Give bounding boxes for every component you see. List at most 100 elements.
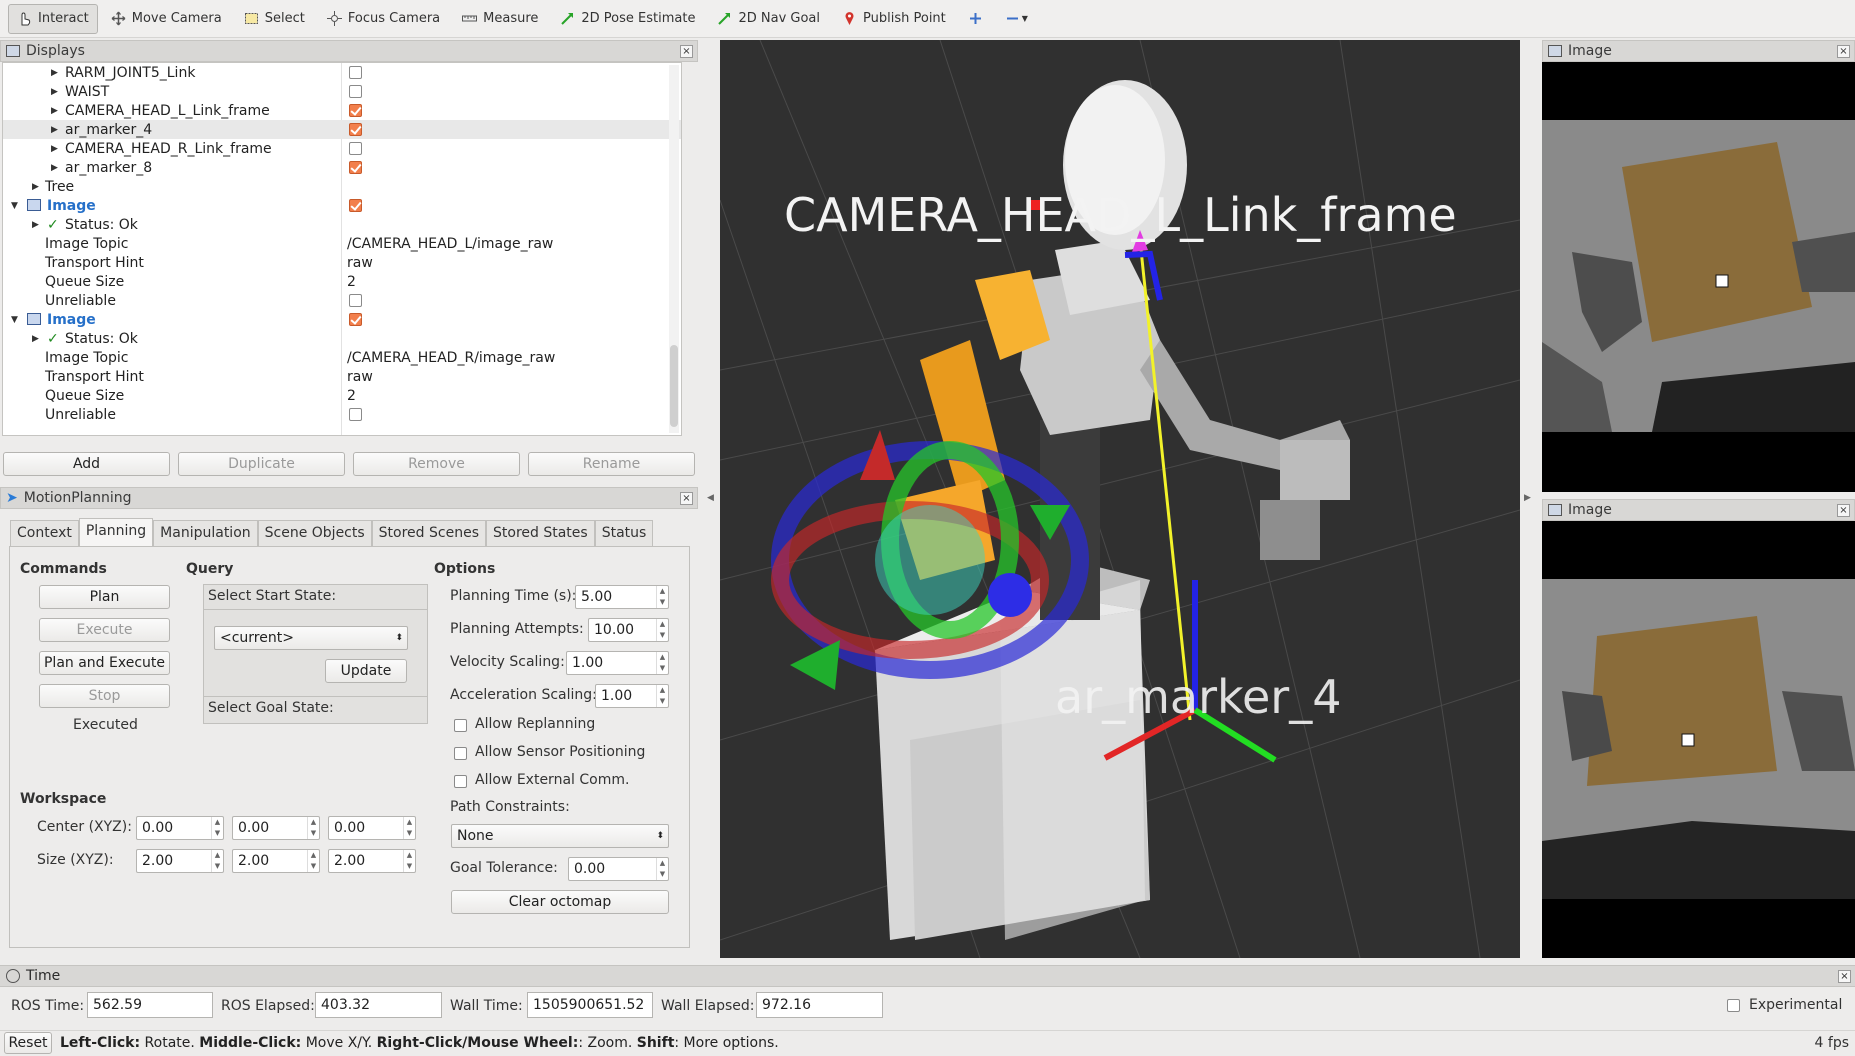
tab-scene-objects[interactable]: Scene Objects <box>257 520 372 546</box>
property-value[interactable]: 2 <box>347 388 356 404</box>
allow-sensor-positioning-checkbox[interactable] <box>454 747 467 760</box>
unreliable-checkbox[interactable] <box>349 408 362 421</box>
expand-arrow-icon[interactable]: ▶ <box>32 182 39 192</box>
tab-context[interactable]: Context <box>10 520 79 546</box>
size-x-input[interactable]: 2.00 ▲ ▼ <box>136 849 224 873</box>
visibility-checkbox[interactable] <box>349 104 362 117</box>
tree-row[interactable]: ▼ Image <box>3 196 681 215</box>
ros-elapsed-field[interactable]: 403.32 <box>315 992 442 1018</box>
tree-row[interactable]: ▶ ✓ Status: Ok <box>3 329 681 348</box>
property-row[interactable]: Transport Hint raw <box>3 253 681 272</box>
wall-elapsed-field[interactable]: 972.16 <box>756 992 883 1018</box>
collapse-arrow-icon[interactable]: ▼ <box>11 315 18 325</box>
tree-row[interactable]: ▶ ✓ Status: Ok <box>3 215 681 234</box>
spin-arrows-icon[interactable]: ▲ ▼ <box>656 586 668 608</box>
expand-arrow-icon[interactable]: ▶ <box>51 87 58 97</box>
spin-arrows-icon[interactable]: ▲ ▼ <box>656 652 668 674</box>
allow-external-comm-checkbox[interactable] <box>454 775 467 788</box>
velocity-scaling-input[interactable]: 1.00 ▲ ▼ <box>566 651 669 675</box>
execute-button[interactable]: Execute <box>39 618 170 642</box>
expand-arrow-icon[interactable]: ▶ <box>51 163 58 173</box>
tab-stored-scenes[interactable]: Stored Scenes <box>371 520 486 546</box>
experimental-checkbox[interactable] <box>1727 999 1740 1012</box>
close-icon[interactable]: × <box>1837 45 1850 58</box>
visibility-checkbox[interactable] <box>349 142 362 155</box>
interact-tool-button[interactable]: Interact <box>8 3 98 34</box>
tree-row[interactable]: ▶ WAIST <box>3 82 681 101</box>
close-icon[interactable]: × <box>1837 504 1850 517</box>
close-icon[interactable]: × <box>680 45 693 58</box>
focus-camera-tool-button[interactable]: Focus Camera <box>318 4 449 34</box>
tree-row[interactable]: ▶ ar_marker_4 <box>3 120 681 139</box>
measure-tool-button[interactable]: Measure <box>453 4 547 34</box>
property-row[interactable]: Transport Hint raw <box>3 367 681 386</box>
tree-row[interactable]: ▶ CAMERA_HEAD_R_Link_frame <box>3 139 681 158</box>
visibility-checkbox[interactable] <box>349 85 362 98</box>
spin-arrows-icon[interactable]: ▲ ▼ <box>307 817 319 839</box>
select-tool-button[interactable]: Select <box>235 4 314 34</box>
scrollbar-thumb[interactable] <box>670 345 678 427</box>
visibility-checkbox[interactable] <box>349 66 362 79</box>
spin-arrows-icon[interactable]: ▲ ▼ <box>403 850 415 872</box>
property-value[interactable]: /CAMERA_HEAD_R/image_raw <box>347 350 555 366</box>
size-y-input[interactable]: 2.00 ▲ ▼ <box>232 849 320 873</box>
remove-tool-dropdown[interactable]: ▼ <box>996 4 1037 34</box>
render-viewport-3d[interactable]: CAMERA_HEAD_L_Link_frame ar_marker_4 <box>720 40 1520 958</box>
move-camera-tool-button[interactable]: Move Camera <box>102 4 231 34</box>
property-value[interactable]: /CAMERA_HEAD_L/image_raw <box>347 236 553 252</box>
center-y-input[interactable]: 0.00 ▲ ▼ <box>232 816 320 840</box>
planning-time-input[interactable]: 5.00 ▲ ▼ <box>575 585 669 609</box>
spin-arrows-icon[interactable]: ▲ ▼ <box>656 619 668 641</box>
property-row[interactable]: Image Topic /CAMERA_HEAD_R/image_raw <box>3 348 681 367</box>
update-button[interactable]: Update <box>325 659 407 683</box>
tree-row[interactable]: ▼ Image <box>3 310 681 329</box>
stop-button[interactable]: Stop <box>39 684 170 708</box>
tab-manipulation[interactable]: Manipulation <box>153 520 258 546</box>
goal-tolerance-input[interactable]: 0.00 ▲ ▼ <box>568 857 669 881</box>
tree-row[interactable]: ▶ RARM_JOINT5_Link <box>3 63 681 82</box>
clear-octomap-button[interactable]: Clear octomap <box>451 890 669 914</box>
add-display-button[interactable]: Add <box>3 452 170 476</box>
visibility-checkbox[interactable] <box>349 123 362 136</box>
property-row[interactable]: Unreliable <box>3 291 681 310</box>
rename-display-button[interactable]: Rename <box>528 452 695 476</box>
property-row[interactable]: Unreliable <box>3 405 681 424</box>
close-icon[interactable]: × <box>1838 970 1851 983</box>
remove-display-button[interactable]: Remove <box>353 452 520 476</box>
wall-time-field[interactable]: 1505900651.52 <box>527 992 653 1018</box>
pose-estimate-tool-button[interactable]: 2D Pose Estimate <box>551 4 704 34</box>
nav-goal-tool-button[interactable]: 2D Nav Goal <box>708 4 829 34</box>
reset-button[interactable]: Reset <box>4 1032 52 1054</box>
expand-arrow-icon[interactable]: ▶ <box>32 334 39 344</box>
marker-arrow-green-left[interactable] <box>790 640 840 690</box>
center-x-input[interactable]: 0.00 ▲ ▼ <box>136 816 224 840</box>
spin-arrows-icon[interactable]: ▲ ▼ <box>211 850 223 872</box>
property-row[interactable]: Queue Size 2 <box>3 272 681 291</box>
tree-row[interactable]: ▶ CAMERA_HEAD_L_Link_frame <box>3 101 681 120</box>
tab-status[interactable]: Status <box>594 520 654 546</box>
property-row[interactable]: Image Topic /CAMERA_HEAD_L/image_raw <box>3 234 681 253</box>
splitter-right-arrow-icon[interactable]: ▶ <box>1524 493 1531 503</box>
center-z-input[interactable]: 0.00 ▲ ▼ <box>328 816 416 840</box>
expand-arrow-icon[interactable]: ▶ <box>51 68 58 78</box>
property-value[interactable]: 2 <box>347 274 356 290</box>
unreliable-checkbox[interactable] <box>349 294 362 307</box>
expand-arrow-icon[interactable]: ▶ <box>51 125 58 135</box>
expand-arrow-icon[interactable]: ▶ <box>51 106 58 116</box>
publish-point-tool-button[interactable]: Publish Point <box>833 4 955 34</box>
path-constraints-select[interactable]: None ⬍ <box>451 824 669 848</box>
collapse-arrow-icon[interactable]: ▼ <box>11 201 18 211</box>
add-tool-button[interactable] <box>959 4 992 34</box>
tree-row[interactable]: ▶ ar_marker_8 <box>3 158 681 177</box>
property-row[interactable]: Queue Size 2 <box>3 386 681 405</box>
ros-time-field[interactable]: 562.59 <box>87 992 213 1018</box>
start-state-select[interactable]: <current> ⬍ <box>214 626 408 650</box>
property-value[interactable]: raw <box>347 255 373 271</box>
size-z-input[interactable]: 2.00 ▲ ▼ <box>328 849 416 873</box>
plan-button[interactable]: Plan <box>39 585 170 609</box>
tab-planning[interactable]: Planning <box>78 518 154 546</box>
spin-arrows-icon[interactable]: ▲ ▼ <box>656 685 668 707</box>
tab-stored-states[interactable]: Stored States <box>486 520 595 546</box>
property-value[interactable]: raw <box>347 369 373 385</box>
planning-attempts-input[interactable]: 10.00 ▲ ▼ <box>588 618 669 642</box>
